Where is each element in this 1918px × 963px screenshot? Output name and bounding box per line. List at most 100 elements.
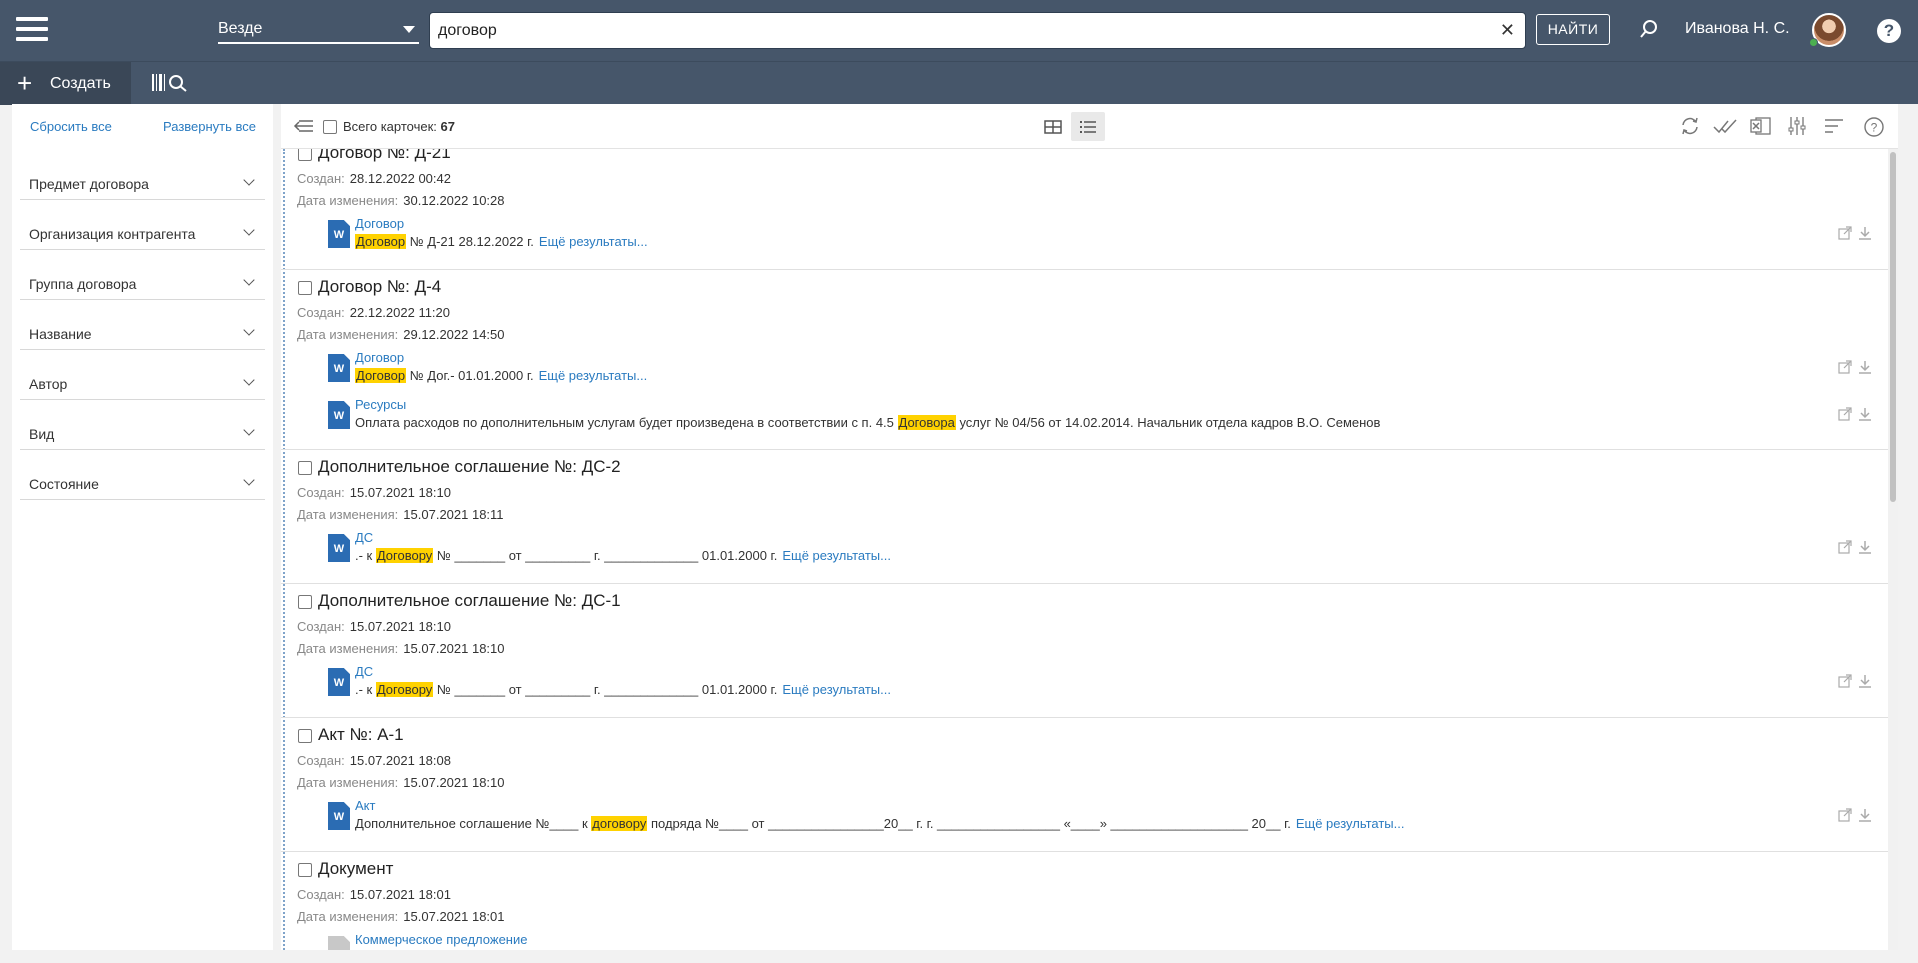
filter-facet[interactable]: Название	[20, 300, 265, 350]
search-icon[interactable]	[1638, 18, 1660, 40]
filter-facet[interactable]: Организация контрагента	[20, 200, 265, 250]
menu-icon[interactable]	[16, 17, 48, 41]
download-icon[interactable]	[1858, 674, 1872, 688]
word-file-icon: W	[328, 534, 350, 562]
file-actions	[1838, 808, 1878, 824]
help-circle-icon[interactable]: ?	[1863, 116, 1885, 138]
filter-facet[interactable]: Вид	[20, 400, 265, 450]
chevron-down-icon	[243, 224, 255, 236]
search-highlight: Договору	[375, 548, 434, 563]
open-external-icon[interactable]	[1838, 540, 1852, 554]
collapse-panel-icon[interactable]	[293, 118, 315, 134]
created-label: Создан:	[297, 887, 345, 902]
card-checkbox[interactable]	[298, 281, 312, 295]
download-icon[interactable]	[1858, 226, 1872, 240]
file-match: W ДС .- к Договору № _______ от _________ …	[328, 530, 1878, 568]
filter-facet[interactable]: Автор	[20, 350, 265, 400]
filter-facet[interactable]: Группа договора	[20, 250, 265, 300]
result-card: Дополнительное соглашение №: ДС-1 Создан:…	[281, 584, 1888, 718]
document-icon	[328, 936, 350, 950]
created-label: Создан:	[297, 485, 345, 500]
open-external-icon[interactable]	[1838, 674, 1852, 688]
download-icon[interactable]	[1858, 540, 1872, 554]
search-highlight: Договору	[375, 682, 434, 697]
card-checkbox[interactable]	[298, 595, 312, 609]
result-card: Дополнительное соглашение №: ДС-2 Создан:…	[281, 450, 1888, 584]
clear-search-icon[interactable]: ✕	[1500, 20, 1515, 41]
filter-facet[interactable]: Состояние	[20, 450, 265, 500]
barcode-search-icon[interactable]	[150, 71, 194, 95]
card-title[interactable]: Договор №: Д-21	[318, 149, 451, 163]
expand-all-link[interactable]: Развернуть все	[163, 119, 256, 134]
download-icon[interactable]	[1858, 407, 1872, 421]
sort-icon[interactable]	[1823, 116, 1845, 136]
search-box: ✕	[429, 12, 1526, 49]
more-results-link[interactable]: Ещё результаты...	[782, 682, 891, 697]
snippet-text: № Д-21 28.12.2022 г.	[406, 234, 534, 249]
file-name-link[interactable]: Договор	[355, 216, 404, 231]
created-label: Создан:	[297, 619, 345, 634]
file-name-link[interactable]: Коммерческое предложение	[355, 932, 527, 947]
more-results-link[interactable]: Ещё результаты...	[539, 368, 648, 383]
dropdown-arrow-icon	[403, 26, 415, 33]
facet-list: Предмет договора Организация контрагента Г…	[12, 150, 273, 500]
card-checkbox[interactable]	[298, 863, 312, 877]
card-title[interactable]: Документ	[318, 859, 393, 879]
open-external-icon[interactable]	[1838, 360, 1852, 374]
result-card: Договор №: Д-4 Создан: 22.12.2022 11:20 Дат…	[281, 270, 1888, 450]
open-external-icon[interactable]	[1838, 407, 1852, 421]
download-icon[interactable]	[1858, 360, 1872, 374]
snippet-text: № _______ от _________ г. _____________ …	[433, 682, 778, 697]
card-checkbox[interactable]	[298, 149, 312, 161]
file-name-link[interactable]: ДС	[355, 664, 373, 679]
search-input[interactable]	[430, 13, 1470, 48]
reset-all-link[interactable]: Сбросить все	[30, 119, 112, 134]
card-checkbox[interactable]	[298, 729, 312, 743]
select-all-checkbox[interactable]	[323, 120, 337, 134]
card-title[interactable]: Дополнительное соглашение №: ДС-1	[318, 591, 621, 611]
user-name[interactable]: Иванова Н. С.	[1685, 20, 1790, 38]
excel-export-icon[interactable]	[1750, 116, 1772, 136]
file-name-link[interactable]: Акт	[355, 798, 375, 813]
find-button[interactable]: НАЙТИ	[1536, 14, 1610, 45]
search-scope-select[interactable]: Везде	[218, 16, 419, 44]
help-icon[interactable]: ?	[1877, 19, 1901, 43]
results-panel: Всего карточек: 67 ? Договор №: Д-21 Созд…	[281, 104, 1898, 950]
card-created: Создан: 28.12.2022 00:42	[297, 171, 451, 186]
card-title[interactable]: Дополнительное соглашение №: ДС-2	[318, 457, 621, 477]
download-icon[interactable]	[1858, 808, 1872, 822]
settings-sliders-icon[interactable]	[1787, 116, 1807, 136]
open-external-icon[interactable]	[1838, 808, 1852, 822]
card-checkbox[interactable]	[298, 461, 312, 475]
file-name-link[interactable]: ДС	[355, 530, 373, 545]
scrollbar[interactable]	[1888, 149, 1898, 950]
create-button[interactable]: + Создать	[0, 62, 131, 105]
created-value: 15.07.2021 18:10	[349, 485, 451, 500]
card-title[interactable]: Договор №: Д-4	[318, 277, 441, 297]
modified-value: 15.07.2021 18:11	[403, 507, 504, 522]
card-title[interactable]: Акт №: А-1	[318, 725, 404, 745]
modified-value: 15.07.2021 18:10	[403, 775, 505, 790]
file-match: W Договор Договор № Д-21 28.12.2022 г. Ещё …	[328, 216, 1878, 254]
filter-facet[interactable]: Предмет договора	[20, 150, 265, 200]
file-name-link[interactable]: Ресурсы	[355, 397, 406, 412]
table-view-button[interactable]	[1036, 112, 1070, 141]
file-match: W Ресурсы Оплата расходов по дополнительны…	[328, 397, 1878, 435]
file-match: W Акт Дополнительное соглашение №____ к до…	[328, 798, 1878, 836]
card-modified: Дата изменения: 15.07.2021 18:10	[297, 775, 505, 790]
word-file-icon: W	[328, 802, 350, 830]
more-results-link[interactable]: Ещё результаты...	[1296, 816, 1405, 831]
word-file-icon: W	[328, 354, 350, 382]
open-external-icon[interactable]	[1838, 226, 1852, 240]
file-name-link[interactable]: Договор	[355, 350, 404, 365]
table-view-icon	[1044, 119, 1062, 134]
chevron-down-icon	[243, 374, 255, 386]
refresh-icon[interactable]	[1679, 116, 1701, 136]
more-results-link[interactable]: Ещё результаты...	[539, 234, 648, 249]
check-all-icon[interactable]	[1713, 116, 1739, 136]
scrollbar-thumb[interactable]	[1890, 152, 1896, 502]
created-value: 15.07.2021 18:08	[349, 753, 451, 768]
file-match: W Договор Договор № Дог.- 01.01.2000 г. Ещё…	[328, 350, 1878, 388]
list-view-button[interactable]	[1071, 112, 1105, 141]
more-results-link[interactable]: Ещё результаты...	[782, 548, 891, 563]
